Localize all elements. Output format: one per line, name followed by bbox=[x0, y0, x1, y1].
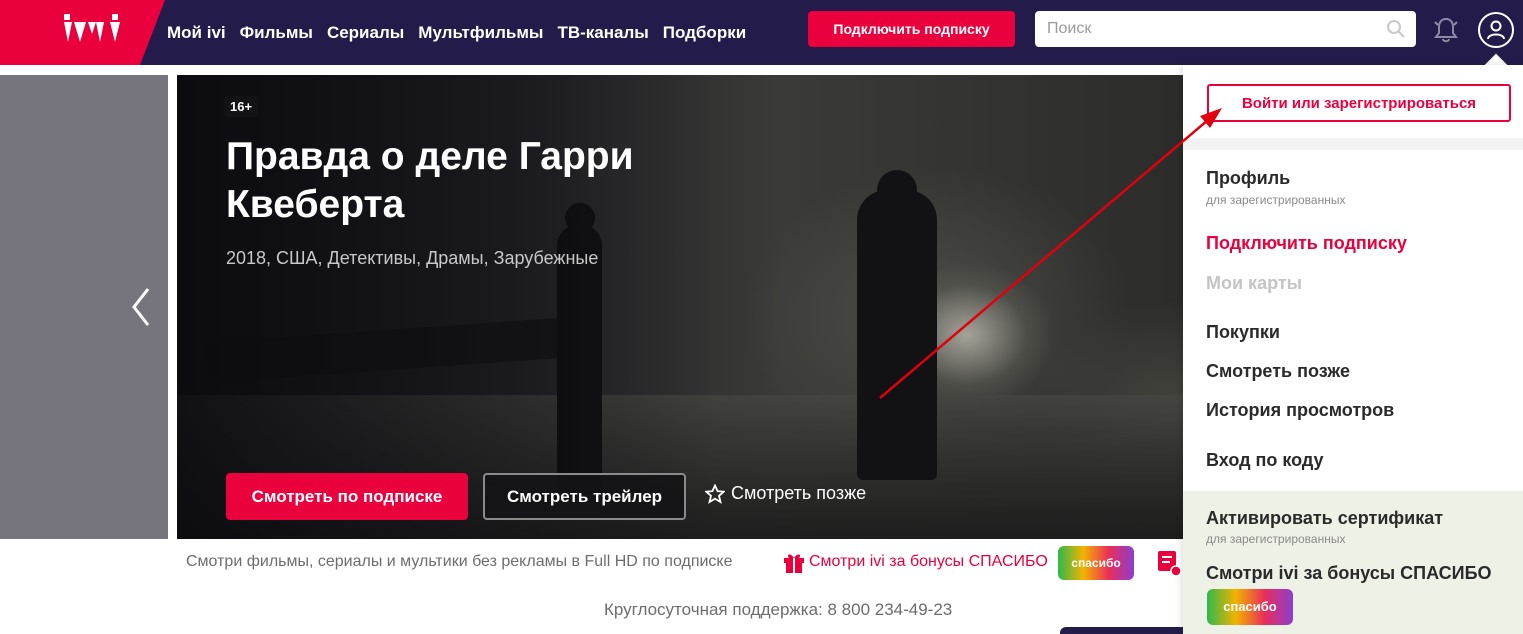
search-icon[interactable] bbox=[1386, 19, 1406, 39]
nav-cartoons[interactable]: Мультфильмы bbox=[418, 23, 543, 43]
login-register-button[interactable]: Войти или зарегистрироваться bbox=[1207, 84, 1511, 122]
nav-films[interactable]: Фильмы bbox=[240, 23, 313, 43]
nav-tv-channels[interactable]: ТВ-каналы bbox=[557, 23, 648, 43]
dropdown-separator bbox=[1183, 138, 1523, 150]
menu-item-activate-certificate[interactable]: Активировать сертификат bbox=[1206, 508, 1443, 529]
menu-item-purchases[interactable]: Покупки bbox=[1206, 322, 1280, 343]
age-rating-badge: 16+ bbox=[224, 96, 259, 117]
watch-later-button[interactable]: Смотреть позже bbox=[705, 483, 866, 504]
watch-trailer-button[interactable]: Смотреть трейлер bbox=[483, 473, 686, 520]
promo-text: Смотри фильмы, сериалы и мультики без ре… bbox=[186, 553, 733, 570]
bottom-scroll-hint bbox=[1060, 627, 1190, 634]
spasibo-badge: спасибо bbox=[1207, 589, 1293, 625]
menu-item-profile-note: для зарегистрированных bbox=[1206, 193, 1346, 207]
menu-item-spasibo-bonus[interactable]: Смотри ivi за бонусы СПАСИБО bbox=[1206, 563, 1492, 584]
movie-meta: 2018, США, Детективы, Драмы, Зарубежные bbox=[226, 248, 599, 268]
nav-series[interactable]: Сериалы bbox=[327, 23, 404, 43]
top-header: Мой ivi Фильмы Сериалы Мультфильмы ТВ-ка… bbox=[0, 0, 1523, 65]
search-box bbox=[1035, 11, 1416, 47]
support-phone: Круглосуточная поддержка: 8 800 234-49-2… bbox=[604, 600, 953, 619]
bonus-spasibo-link[interactable]: Смотри ivi за бонусы СПАСИБО bbox=[809, 553, 1048, 571]
chevron-left-icon[interactable] bbox=[128, 285, 154, 329]
menu-item-login-by-code[interactable]: Вход по коду bbox=[1206, 450, 1324, 471]
user-dropdown-menu: Войти или зарегистрироваться Профиль для… bbox=[1183, 65, 1523, 634]
menu-item-history[interactable]: История просмотров bbox=[1206, 400, 1394, 421]
menu-item-profile[interactable]: Профиль bbox=[1206, 168, 1290, 189]
star-icon bbox=[705, 483, 725, 504]
menu-item-my-cards: Мои карты bbox=[1206, 273, 1303, 293]
spasibo-badge: спасибо bbox=[1058, 546, 1134, 580]
menu-item-watch-later[interactable]: Смотреть позже bbox=[1206, 361, 1350, 382]
subscribe-button[interactable]: Подключить подписку bbox=[808, 11, 1015, 47]
logo-block[interactable] bbox=[0, 0, 165, 65]
watch-later-label: Смотреть позже bbox=[731, 483, 867, 503]
page: Мой ivi Фильмы Сериалы Мультфильмы ТВ-ка… bbox=[0, 0, 1523, 634]
user-menu-button[interactable] bbox=[1478, 12, 1514, 48]
nav-my-ivi[interactable]: Мой ivi bbox=[167, 23, 226, 43]
menu-item-subscribe[interactable]: Подключить подписку bbox=[1206, 233, 1407, 254]
menu-item-activate-note: для зарегистрированных bbox=[1206, 532, 1346, 546]
movie-title: Правда о деле Гарри Квеберта bbox=[226, 135, 634, 226]
search-input[interactable] bbox=[1035, 11, 1375, 47]
watch-subscription-button[interactable]: Смотреть по подписке bbox=[226, 473, 468, 520]
nav-collections[interactable]: Подборки bbox=[663, 23, 746, 43]
ivi-logo bbox=[64, 14, 120, 42]
document-icon[interactable] bbox=[1156, 549, 1182, 577]
main-nav: Мой ivi Фильмы Сериалы Мультфильмы ТВ-ка… bbox=[167, 0, 746, 65]
gift-icon bbox=[784, 554, 804, 573]
bell-icon[interactable] bbox=[1433, 16, 1459, 44]
hero-backdrop-figure bbox=[857, 190, 937, 480]
user-icon bbox=[1487, 20, 1505, 40]
